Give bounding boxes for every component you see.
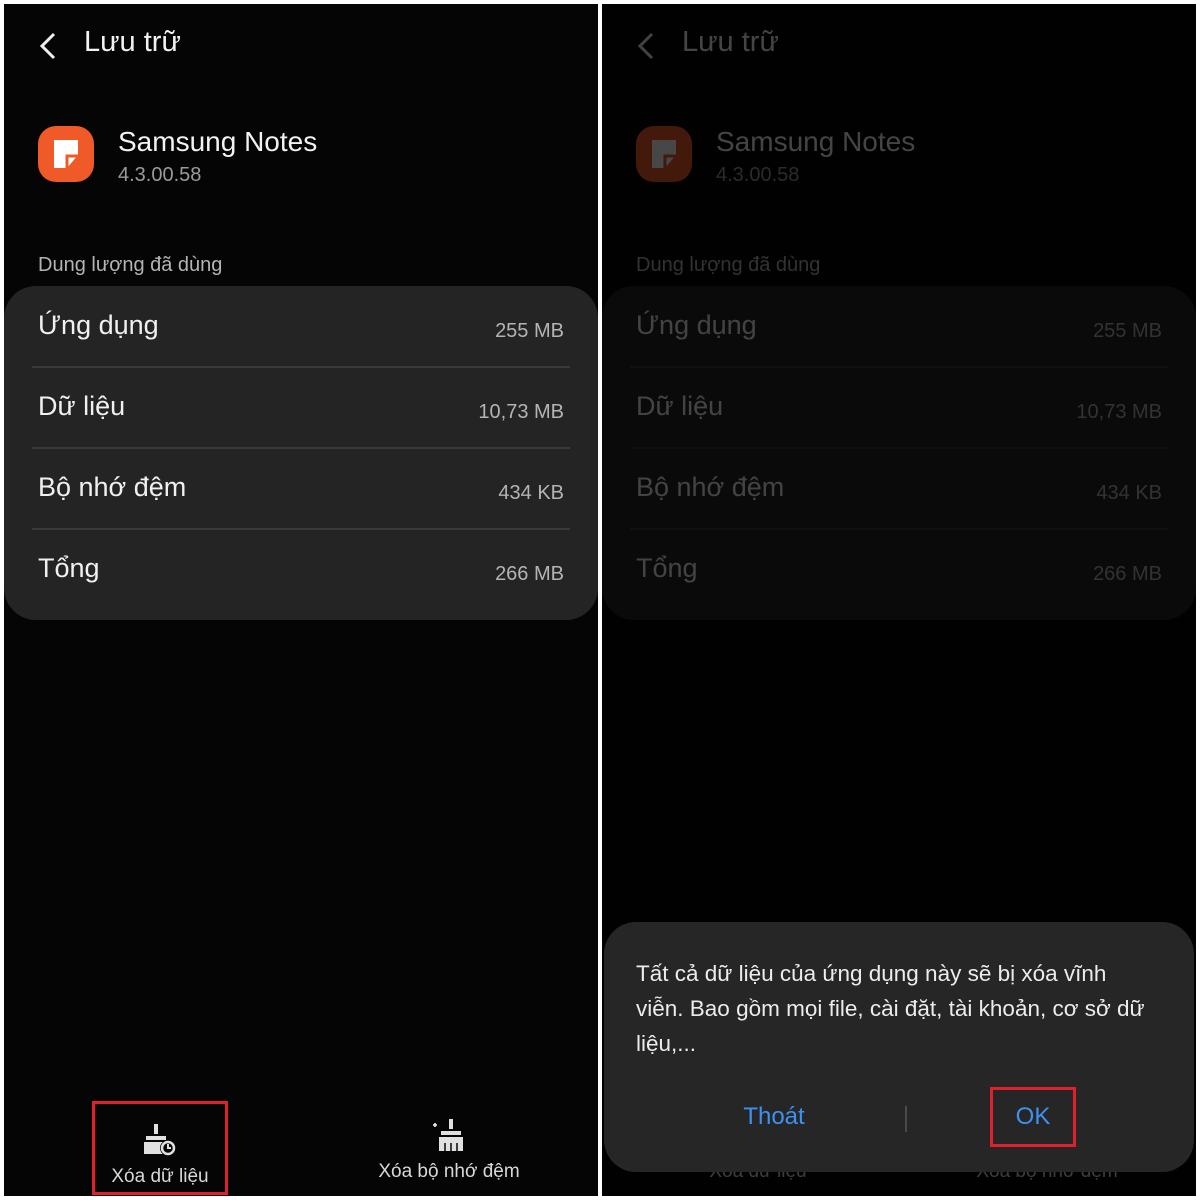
storage-screen-left: Lưu trữ Samsung Notes 4.3.00.58 Dung lượ… [4,4,598,1196]
clear-cache-button[interactable]: Xóa bộ nhớ đệm [364,1099,534,1191]
storage-row-value: 255 MB [495,320,564,342]
storage-row-data: Dữ liệu 10,73 MB [32,369,570,449]
bottom-action-bar: Xóa dữ liệu Xóa bộ nhớ đệm [4,1099,598,1196]
storage-screen: Lưu trữ Samsung Notes 4.3.00.58 Dung lượ… [4,4,598,1196]
dialog-cancel-button[interactable]: Thoát [714,1090,834,1144]
storage-row-value: 266 MB [495,563,564,585]
back-button[interactable] [34,28,64,64]
clear-cache-label: Xóa bộ nhớ đệm [378,1161,520,1182]
storage-row-label: Bộ nhớ đệm [38,472,187,502]
app-name: Samsung Notes [118,126,318,157]
page-title: Lưu trữ [84,26,181,58]
storage-row-total: Tổng 266 MB [32,531,570,611]
dialog-ok-button[interactable]: OK [990,1087,1076,1147]
storage-row-value: 434 KB [498,482,564,504]
storage-row-cache: Bộ nhớ đệm 434 KB [32,450,570,530]
confirm-clear-dialog: Tất cả dữ liệu của ứng dụng này sẽ bị xó… [604,922,1194,1172]
samsung-notes-app-icon [38,126,94,182]
storage-row-value: 10,73 MB [478,401,564,423]
storage-screen-right: Lưu trữ Samsung Notes 4.3.00.58 Dung lượ… [602,4,1196,1196]
app-header: Lưu trữ [4,4,598,84]
clear-data-button[interactable]: Xóa dữ liệu [92,1101,228,1195]
clear-data-label: Xóa dữ liệu [111,1166,209,1187]
storage-card: Ứng dụng 255 MB Dữ liệu 10,73 MB Bộ nhớ … [4,286,598,620]
dialog-button-divider [905,1106,907,1132]
section-label-storage-used: Dung lượng đã dùng [38,254,223,276]
clear-data-icon [144,1124,176,1156]
storage-row-app: Ứng dụng 255 MB [32,288,570,368]
storage-row-label: Tổng [38,553,100,583]
app-version: 4.3.00.58 [118,164,202,186]
storage-row-label: Ứng dụng [38,310,159,340]
chevron-left-icon [39,32,56,60]
dialog-message: Tất cả dữ liệu của ứng dụng này sẽ bị xó… [636,961,1145,1056]
clear-cache-icon [433,1119,463,1151]
storage-row-label: Dữ liệu [38,391,126,421]
